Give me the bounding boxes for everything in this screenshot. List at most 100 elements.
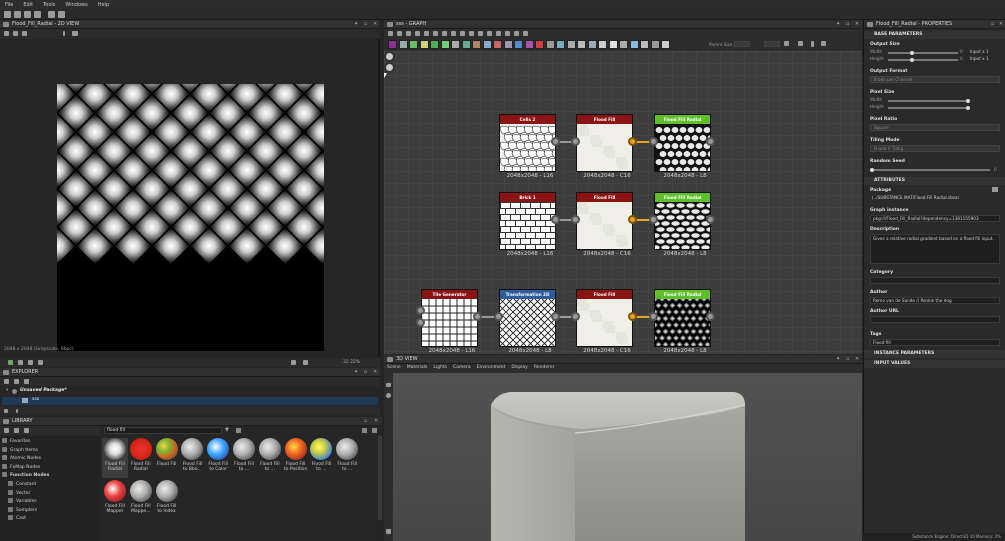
new-graph-icon[interactable] <box>4 11 11 18</box>
undo-icon[interactable] <box>48 11 55 18</box>
info-icon[interactable] <box>63 31 65 36</box>
graph-tool-icon[interactable] <box>442 31 447 36</box>
library-tree-item[interactable]: Samplers <box>8 506 37 513</box>
filter-icon[interactable] <box>4 409 8 413</box>
atomic-node-icon[interactable] <box>566 40 576 49</box>
atomic-node-icon[interactable] <box>587 40 597 49</box>
graph-node[interactable]: Flood Fill 2048x2048 - C16 <box>576 114 633 179</box>
library-item[interactable]: Flood Fill Mappe... <box>128 480 154 520</box>
output-port[interactable] <box>628 215 637 224</box>
library-tree-item[interactable]: Atomic Nodes <box>2 455 41 461</box>
menu-environment[interactable]: Environment <box>474 364 509 371</box>
fit-icon[interactable] <box>291 360 296 365</box>
library-tree-item[interactable]: Cast <box>8 515 26 521</box>
close-icon[interactable]: ✕ <box>373 22 378 27</box>
library-search-input[interactable]: flood fill <box>104 427 222 434</box>
tiling-icon[interactable] <box>28 360 33 365</box>
atomic-node-icon[interactable] <box>640 40 649 49</box>
atomic-node-icon[interactable] <box>661 40 670 49</box>
atomic-node-icon[interactable] <box>493 40 502 49</box>
output-port[interactable] <box>473 312 482 321</box>
list-mode-icon[interactable] <box>372 428 377 433</box>
tiling-mode-select[interactable]: H and V Tiling <box>870 145 1000 152</box>
menu-camera[interactable]: Camera <box>450 364 474 371</box>
atomic-node-icon[interactable] <box>556 40 565 49</box>
atomic-node-icon[interactable] <box>524 40 534 49</box>
atomic-node-icon[interactable] <box>409 40 418 49</box>
explorer-graph-item[interactable]: sss <box>2 397 378 405</box>
input-values-header[interactable]: INPUT VALUES <box>864 360 1005 368</box>
menu-tools[interactable]: Tools <box>38 0 60 8</box>
graph-node[interactable]: Transformation 2D 2048x2048 - L8 <box>457 289 625 354</box>
refresh-icon[interactable] <box>784 41 789 46</box>
menu-lights[interactable]: Lights <box>430 364 450 371</box>
package-field[interactable]: (../SUBSTANCE MAT/Flood Fill Radial.sbsa… <box>870 195 1000 202</box>
library-tree-item[interactable]: Graph Items <box>2 446 38 453</box>
atomic-node-icon[interactable] <box>472 40 481 49</box>
atomic-node-icon[interactable] <box>482 40 492 49</box>
camera-icon[interactable] <box>386 383 391 387</box>
menu-materials[interactable]: Materials <box>404 364 431 371</box>
random-seed-slider[interactable] <box>870 168 990 172</box>
channel-icon[interactable] <box>8 360 13 365</box>
clear-filter-icon[interactable] <box>236 428 241 433</box>
graph-node[interactable]: Flood Fill 2048x2048 - C16 <box>576 289 633 354</box>
atomic-node-icon[interactable] <box>650 40 660 49</box>
width-mode[interactable]: Input x 1 <box>970 49 989 54</box>
output-port[interactable] <box>551 215 560 224</box>
graph-node[interactable]: Flood Fill 2048x2048 - C16 <box>576 192 633 257</box>
atomic-node-icon[interactable] <box>629 40 639 49</box>
undock-icon[interactable]: ▫ <box>364 370 369 375</box>
library-tree-item[interactable]: Favorites <box>2 438 30 444</box>
node-options-icon[interactable] <box>384 51 395 62</box>
undock-icon[interactable]: ▫ <box>991 22 996 27</box>
folder-icon[interactable] <box>14 428 19 433</box>
pixel-width-slider[interactable] <box>888 99 970 103</box>
explorer-package[interactable]: ▾ Unsaved Package* <box>2 388 378 396</box>
input-port[interactable] <box>571 137 580 146</box>
output-port[interactable] <box>628 312 637 321</box>
atomic-node-icon[interactable] <box>451 40 460 49</box>
library-tree-item[interactable]: Vector <box>8 489 30 496</box>
library-item[interactable]: Flood Fill Mapper <box>102 480 128 520</box>
library-item[interactable]: Flood Fill to ... <box>231 438 257 478</box>
output-format-select[interactable]: 8 bits per Channel <box>870 76 1000 83</box>
save-icon[interactable] <box>24 379 29 384</box>
pixel-width-knob[interactable] <box>966 99 970 103</box>
save-image-icon[interactable] <box>13 31 18 36</box>
description-field[interactable]: Gives a relative radial gradient based o… <box>870 234 1000 264</box>
graph-tool-icon[interactable] <box>433 31 438 36</box>
menu-display[interactable]: Display <box>508 364 531 371</box>
grid-icon[interactable] <box>38 360 43 365</box>
close-icon[interactable]: ✕ <box>374 419 379 424</box>
library-scrollbar[interactable] <box>378 436 382 520</box>
new-package-icon[interactable] <box>14 11 21 18</box>
close-icon[interactable]: ✕ <box>855 22 860 27</box>
graph-node[interactable]: Flood Fill Radial 2048x2048 - L8 <box>651 289 718 354</box>
output-port[interactable] <box>706 137 715 146</box>
pixel-ratio-select[interactable]: Square <box>870 124 1000 131</box>
pin-icon[interactable]: ✦ <box>836 22 841 27</box>
graph-tool-icon[interactable] <box>478 31 483 36</box>
align-icon[interactable] <box>821 41 826 46</box>
library-item[interactable]: Flood Fill to Bbo... <box>179 438 205 478</box>
graph-tool-icon[interactable] <box>460 31 465 36</box>
pin-icon[interactable]: ✦ <box>354 22 359 27</box>
library-tree-item[interactable]: Variables <box>8 498 37 504</box>
width-slider[interactable] <box>888 51 958 55</box>
expand-icon[interactable]: ▾ <box>6 388 8 393</box>
output-port[interactable] <box>706 312 715 321</box>
menu-scene[interactable]: Scene <box>384 364 404 371</box>
histogram-icon[interactable] <box>72 31 78 36</box>
close-icon[interactable]: ✕ <box>999 22 1004 27</box>
reset-icon[interactable] <box>303 360 308 365</box>
graph-node[interactable]: Cells 2 2048x2048 - L16 <box>499 114 562 179</box>
light-icon[interactable] <box>386 393 391 398</box>
atomic-node-icon[interactable] <box>419 40 429 49</box>
edit-icon[interactable] <box>24 428 29 433</box>
library-item[interactable]: Flood Fill Radial <box>128 438 154 478</box>
height-slider[interactable] <box>888 58 958 62</box>
atomic-node-icon[interactable] <box>619 40 628 49</box>
base-parameters-header[interactable]: BASE PARAMETERS <box>864 31 1005 39</box>
pin-icon[interactable]: ✦ <box>354 370 359 375</box>
